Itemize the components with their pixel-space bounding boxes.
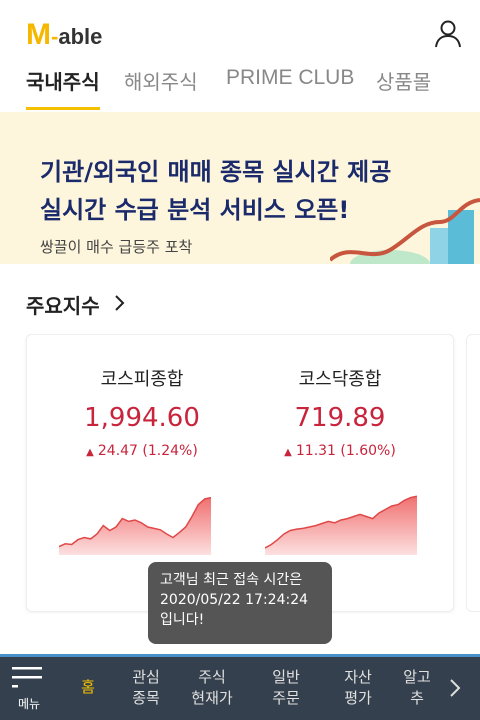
nav-label: 알고: [403, 668, 431, 686]
user-icon[interactable]: [432, 18, 464, 50]
banner-graphic: [328, 192, 480, 264]
nav-label: 종목: [132, 689, 160, 707]
nav-label: 평가: [344, 689, 372, 707]
mable-logo[interactable]: M -able: [26, 18, 102, 52]
nav-label: 일반: [272, 668, 300, 686]
kospi-index[interactable]: 코스피종합 1,994.60 ▲ 24.47 (1.24%): [47, 365, 237, 459]
nav-home[interactable]: 홈: [60, 677, 116, 698]
last-login-toast: 고객님 최근 접속 시간은 2020/05/22 17:24:24 입니다!: [148, 562, 332, 644]
kospi-sparkline: [59, 496, 211, 555]
nav-asset-eval[interactable]: 자산 평가: [330, 667, 386, 709]
index-name: 코스닥종합: [298, 369, 382, 390]
chevron-right-icon: [114, 293, 126, 317]
nav-label: 관심: [132, 668, 160, 686]
banner-title-line1: 기관/외국인 매매 종목 실시간 제공: [40, 158, 392, 186]
nav-label: 주문: [272, 689, 300, 707]
banner-subtitle: 쌍끌이 매수 급등주 포착: [40, 238, 193, 256]
hamburger-icon: [12, 667, 42, 688]
nav-algo[interactable]: 알고 추: [392, 667, 442, 709]
sparkline-area: [59, 497, 211, 555]
tab-domestic-stock[interactable]: 국내주식: [26, 66, 100, 110]
menu-label: 메뉴: [18, 697, 41, 711]
index-value: 1,994.60: [84, 403, 200, 433]
banner-title-line2: 실시간 수급 분석 서비스 오픈!: [40, 196, 350, 224]
menu-button[interactable]: 메뉴: [10, 665, 54, 715]
promo-banner[interactable]: 기관/외국인 매매 종목 실시간 제공 실시간 수급 분석 서비스 오픈! 쌍끌…: [0, 112, 480, 264]
tab-prime-club[interactable]: PRIME CLUB: [226, 66, 354, 110]
tab-product-mall[interactable]: 상품몰: [376, 66, 431, 110]
bottom-nav: 메뉴 홈 관심 종목 주식 현재가 일반 주문 자산 평가 알고 추: [0, 654, 480, 720]
index-change: ▲ 11.31 (1.60%): [284, 443, 396, 459]
chevron-right-icon[interactable]: [448, 677, 462, 703]
up-triangle-icon: ▲: [284, 447, 292, 458]
next-index-card[interactable]: [466, 334, 480, 612]
toast-line3: 입니다!: [160, 612, 205, 628]
major-indices-link[interactable]: 주요지수: [26, 290, 126, 319]
logo-m: M: [26, 18, 51, 51]
tab-overseas-stock[interactable]: 해외주식: [124, 66, 198, 110]
nav-general-order[interactable]: 일반 주문: [258, 667, 314, 709]
nav-label: 자산: [344, 668, 372, 686]
toast-line1: 고객님 최근 접속 시간은: [160, 572, 303, 588]
nav-watchlist[interactable]: 관심 종목: [118, 667, 174, 709]
index-value: 719.89: [294, 403, 386, 433]
up-triangle-icon: ▲: [86, 447, 94, 458]
index-change: ▲ 24.47 (1.24%): [86, 443, 198, 459]
nav-label: 현재가: [191, 689, 233, 707]
logo-text: -able: [51, 24, 103, 49]
toast-line2: 2020/05/22 17:24:24: [160, 592, 309, 608]
nav-label: 추: [410, 689, 424, 707]
section-title: 주요지수: [26, 294, 100, 318]
nav-stock-price[interactable]: 주식 현재가: [184, 667, 240, 709]
nav-label: 홈: [81, 678, 95, 696]
nav-label: 주식: [198, 668, 226, 686]
market-tabs: 국내주식 해외주식 PRIME CLUB 상품몰: [0, 60, 480, 110]
kosdaq-sparkline: [265, 495, 417, 555]
kosdaq-index[interactable]: 코스닥종합 719.89 ▲ 11.31 (1.60%): [245, 365, 435, 459]
app-header: M -able: [0, 0, 480, 60]
index-name: 코스피종합: [100, 369, 184, 390]
